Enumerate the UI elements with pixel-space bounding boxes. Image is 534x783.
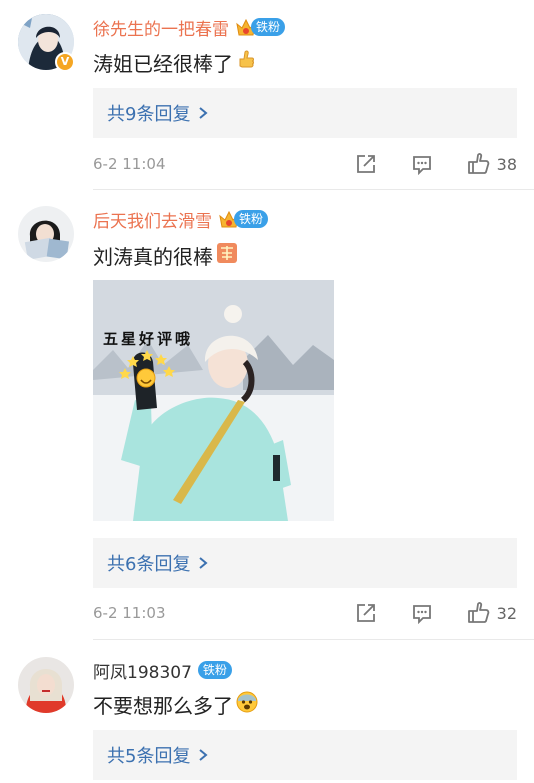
photo-illustration [93, 280, 334, 521]
like-count: 38 [496, 154, 517, 174]
comment-text: 不要想那么多了 [93, 693, 233, 718]
praise-sticker-icon [216, 242, 238, 269]
comment-text-row: 涛姐已经很棒了 [93, 48, 256, 76]
chevron-right-icon [199, 107, 209, 119]
action-bar: 32 [355, 601, 517, 625]
comment-item: V 徐先生的一把春雷 铁粉 涛姐已经很棒了 共9条回复 6-2 11:04 38 [0, 0, 534, 190]
name-row: 阿凤198307 铁粉 [93, 657, 232, 683]
view-replies-button[interactable]: 共6条回复 [93, 538, 517, 588]
image-caption: 五星好评哦 [103, 330, 194, 348]
like-icon [467, 153, 489, 174]
fan-badge-label: 铁粉 [234, 210, 269, 228]
avatar[interactable] [18, 657, 74, 713]
comment-icon [412, 156, 431, 175]
comment-text: 涛姐已经很棒了 [93, 51, 233, 76]
username[interactable]: 徐先生的一把春雷 [93, 15, 229, 40]
comment-button[interactable] [411, 153, 433, 175]
action-bar: 38 [355, 152, 517, 176]
name-row: 后天我们去滑雪 铁粉 [93, 206, 269, 232]
comment-icon [412, 605, 431, 624]
like-button[interactable]: 38 [467, 152, 517, 176]
replies-count-label: 共6条回复 [107, 554, 191, 575]
fearful-face-icon [236, 691, 258, 718]
comment-meta: 6-2 11:04 38 [93, 152, 517, 176]
repost-button[interactable] [355, 602, 377, 624]
fan-badge[interactable]: 铁粉 [197, 661, 232, 679]
repost-button[interactable] [355, 153, 377, 175]
comment-item: 阿凤198307 铁粉 不要想那么多了 共5条回复 [0, 640, 534, 783]
comment-text: 刘涛真的很棒 [93, 244, 213, 269]
verified-badge: V [55, 52, 75, 72]
fan-badge-label: 铁粉 [197, 661, 232, 679]
comment-text-row: 刘涛真的很棒 [93, 241, 238, 269]
fan-badge-label: 铁粉 [251, 18, 286, 36]
comment-item: 后天我们去滑雪 铁粉 刘涛真的很棒 五星好评哦 共6条回复 6-2 11:03 … [0, 190, 534, 640]
like-button[interactable]: 32 [467, 601, 517, 625]
replies-count-label: 共9条回复 [107, 104, 191, 125]
like-count: 32 [496, 603, 517, 623]
fan-badge[interactable]: 铁粉 [218, 208, 269, 230]
comment-meta: 6-2 11:03 32 [93, 601, 517, 625]
comment-text-row: 不要想那么多了 [93, 690, 258, 718]
repost-icon [356, 155, 375, 173]
repost-icon [356, 604, 375, 622]
view-replies-button[interactable]: 共5条回复 [93, 730, 517, 780]
view-replies-button[interactable]: 共9条回复 [93, 88, 517, 138]
timestamp: 6-2 11:04 [93, 155, 166, 173]
avatar[interactable] [18, 206, 74, 262]
like-icon [467, 602, 489, 623]
chevron-right-icon [199, 749, 209, 761]
timestamp: 6-2 11:03 [93, 604, 166, 622]
fan-badge[interactable]: 铁粉 [235, 16, 286, 38]
name-row: 徐先生的一把春雷 铁粉 [93, 14, 286, 40]
comment-image[interactable]: 五星好评哦 [93, 280, 334, 521]
username[interactable]: 阿凤198307 [93, 658, 192, 683]
replies-count-label: 共5条回复 [107, 746, 191, 767]
thumbs-up-icon [236, 49, 256, 76]
comment-button[interactable] [411, 602, 433, 624]
username[interactable]: 后天我们去滑雪 [93, 207, 212, 232]
chevron-right-icon [199, 557, 209, 569]
